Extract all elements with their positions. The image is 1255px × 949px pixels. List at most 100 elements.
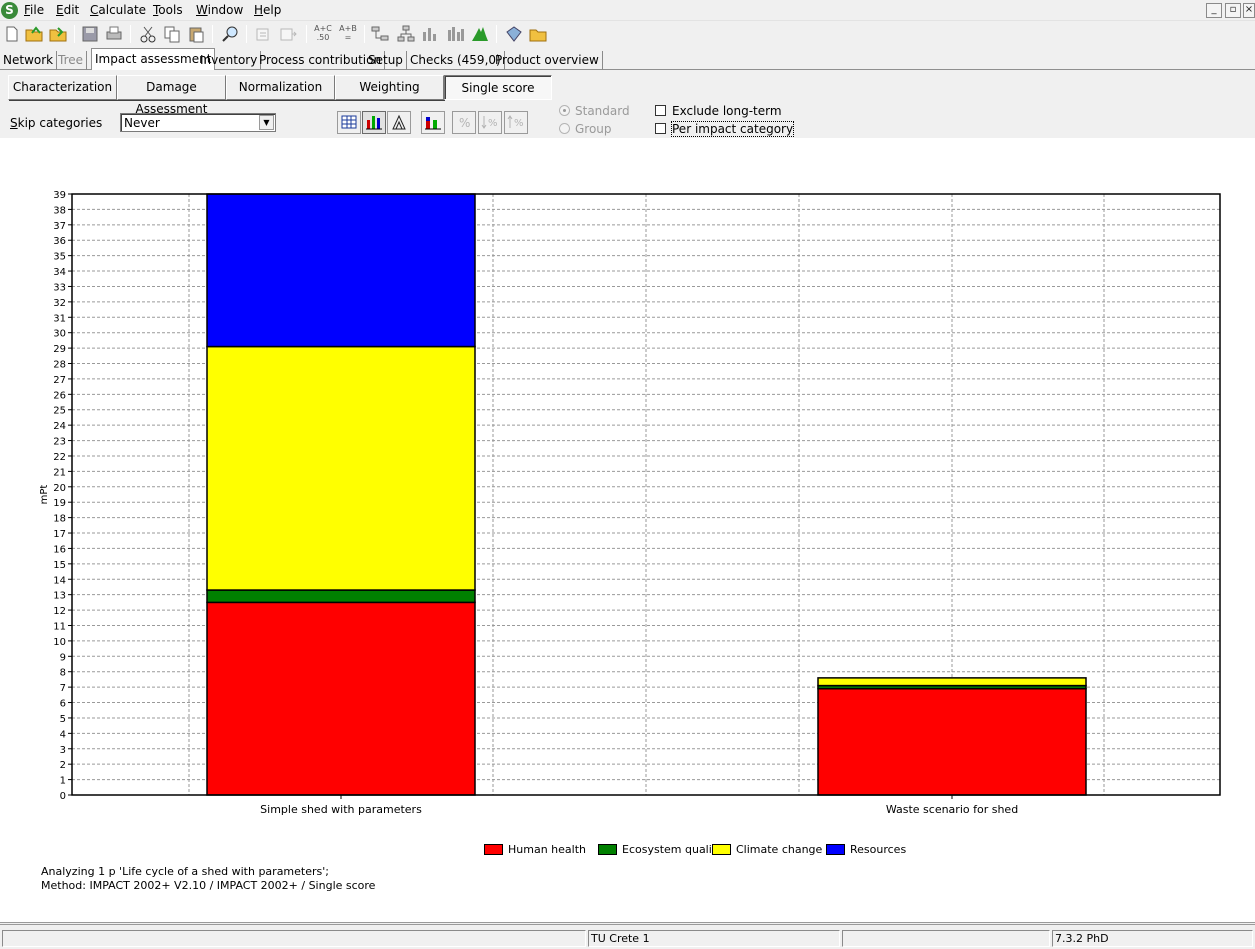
y-tick-label: 32 bbox=[53, 298, 66, 309]
per-impact-category-checkbox[interactable] bbox=[655, 123, 666, 134]
bar-segment bbox=[817, 687, 1087, 796]
subtab-damage-assessment[interactable]: Damage Assessment bbox=[117, 75, 226, 116]
tab-setup[interactable]: Setup bbox=[365, 51, 407, 70]
legend-label: Resources bbox=[850, 843, 907, 856]
standard-radio[interactable] bbox=[559, 105, 570, 116]
status-cell-version: 7.3.2 PhD bbox=[1052, 930, 1253, 947]
stacked-chart-icon bbox=[425, 117, 441, 130]
copy-process-icon[interactable] bbox=[254, 24, 274, 44]
skip-categories-value: Never bbox=[124, 116, 160, 130]
y-tick-label: 37 bbox=[53, 221, 66, 232]
sort-descending-button[interactable]: % bbox=[478, 111, 502, 134]
restore-button[interactable]: ▫ bbox=[1225, 3, 1241, 18]
y-tick-label: 16 bbox=[53, 544, 66, 555]
compare-icon[interactable]: A+B = bbox=[337, 24, 359, 44]
legend-swatch bbox=[598, 844, 617, 855]
network-icon[interactable] bbox=[370, 24, 390, 44]
svg-text:%: % bbox=[459, 116, 470, 130]
standard-label: Standard bbox=[575, 104, 630, 118]
analysis-info-line2: Method: IMPACT 2002+ V2.10 / IMPACT 2002… bbox=[41, 879, 376, 892]
bar-chart-icon bbox=[366, 116, 382, 130]
svg-text:%: % bbox=[514, 118, 524, 129]
exclude-long-term-checkbox[interactable] bbox=[655, 105, 666, 116]
tab-network[interactable]: Network bbox=[0, 51, 58, 70]
status-cell-main bbox=[2, 930, 586, 947]
y-tick-label: 35 bbox=[53, 252, 66, 263]
sort-view-button[interactable] bbox=[387, 111, 411, 134]
menu-calculate[interactable]: Calculate bbox=[90, 3, 146, 17]
subtab-characterization[interactable]: Characterization bbox=[8, 75, 117, 100]
menu-help[interactable]: Help bbox=[254, 3, 281, 17]
menu-edit[interactable]: Edit bbox=[56, 3, 79, 17]
tree-icon[interactable] bbox=[396, 24, 416, 44]
paste-icon[interactable] bbox=[186, 24, 206, 44]
minimize-button[interactable]: _ bbox=[1206, 3, 1222, 18]
y-tick-label: 4 bbox=[60, 729, 66, 740]
recalculate-icon[interactable]: A+C .50 bbox=[312, 24, 334, 44]
close-button[interactable]: × bbox=[1243, 3, 1255, 18]
y-tick-label: 0 bbox=[60, 791, 66, 802]
skip-categories-label: Skip categories bbox=[10, 116, 103, 130]
chevron-down-icon[interactable]: ▼ bbox=[259, 115, 274, 130]
cut-icon[interactable] bbox=[138, 24, 158, 44]
group-radio[interactable] bbox=[559, 123, 570, 134]
y-tick-label: 7 bbox=[60, 683, 66, 694]
stacked-chart-button[interactable] bbox=[421, 111, 445, 134]
svg-text:%: % bbox=[488, 118, 498, 129]
copy-to-process-icon[interactable] bbox=[278, 24, 298, 44]
open-icon[interactable] bbox=[24, 24, 44, 44]
y-tick-label: 11 bbox=[53, 621, 66, 632]
x-tick-label: Waste scenario for shed bbox=[886, 803, 1018, 816]
new-icon[interactable] bbox=[2, 24, 22, 44]
database-icon[interactable] bbox=[504, 24, 524, 44]
simapro-logo-icon[interactable]: S bbox=[1, 2, 18, 19]
y-tick-label: 5 bbox=[60, 714, 66, 725]
open-project-icon[interactable] bbox=[48, 24, 68, 44]
triangle-chart-icon bbox=[392, 114, 406, 130]
tab-product-overview[interactable]: Product overview bbox=[492, 51, 603, 70]
y-tick-label: 20 bbox=[53, 483, 66, 494]
y-tick-label: 18 bbox=[53, 514, 66, 525]
tab-checks[interactable]: Checks (459,0) bbox=[407, 51, 505, 70]
compare-bars-icon[interactable] bbox=[446, 24, 466, 44]
toolbar-separator bbox=[306, 25, 307, 43]
y-tick-label: 17 bbox=[53, 529, 66, 540]
table-view-button[interactable] bbox=[337, 111, 361, 134]
menu-tools[interactable]: Tools bbox=[153, 3, 183, 17]
menu-window[interactable]: Window bbox=[196, 3, 243, 17]
sort-ascending-button[interactable]: % bbox=[504, 111, 528, 134]
analyze-icon[interactable] bbox=[420, 24, 440, 44]
y-tick-label: 10 bbox=[53, 637, 66, 648]
percent-button[interactable]: % bbox=[452, 111, 476, 134]
tab-inventory[interactable]: Inventory bbox=[197, 51, 262, 70]
toolbar-separator bbox=[496, 25, 497, 43]
skip-categories-select[interactable]: Never ▼ bbox=[120, 113, 276, 132]
y-tick-label: 14 bbox=[53, 575, 66, 586]
analysis-info-line1: Analyzing 1 p 'Life cycle of a shed with… bbox=[41, 865, 329, 878]
tab-tree[interactable]: Tree bbox=[55, 51, 88, 70]
y-tick-label: 23 bbox=[53, 437, 66, 448]
legend-swatch bbox=[712, 844, 731, 855]
save-icon[interactable] bbox=[80, 24, 100, 44]
chart-view-button[interactable] bbox=[362, 111, 386, 134]
y-tick-label: 30 bbox=[53, 329, 66, 340]
copy-icon[interactable] bbox=[162, 24, 182, 44]
folder-icon[interactable] bbox=[528, 24, 548, 44]
toolbar-separator bbox=[74, 25, 75, 43]
bar-segment bbox=[206, 193, 476, 348]
subtab-normalization[interactable]: Normalization bbox=[226, 75, 335, 100]
print-icon[interactable] bbox=[104, 24, 124, 44]
subtab-weighting[interactable]: Weighting bbox=[335, 75, 444, 100]
toolbar: A+C .50 A+B = bbox=[0, 21, 1255, 48]
legend-swatch bbox=[826, 844, 845, 855]
sort-descending-icon: % bbox=[481, 116, 498, 129]
toolbar-separator bbox=[130, 25, 131, 43]
y-tick-label: 19 bbox=[53, 498, 66, 509]
find-icon[interactable] bbox=[220, 24, 240, 44]
status-cell-empty bbox=[842, 930, 1050, 947]
bar-segment bbox=[206, 589, 476, 604]
monte-carlo-icon[interactable] bbox=[470, 24, 490, 44]
subtab-single-score[interactable]: Single score bbox=[444, 75, 552, 100]
y-tick-label: 39 bbox=[53, 190, 66, 201]
menu-file[interactable]: File bbox=[24, 3, 44, 17]
